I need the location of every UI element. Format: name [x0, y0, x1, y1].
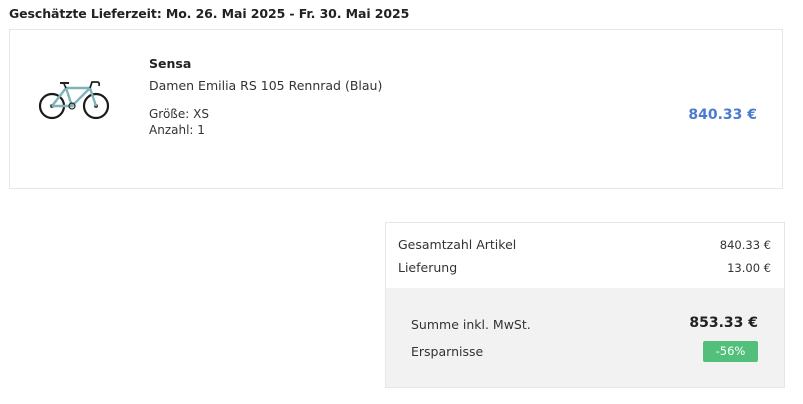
- grand-total-label: Summe inkl. MwSt.: [411, 317, 531, 332]
- delivery-estimate: Geschätzte Lieferzeit: Mo. 26. Mai 2025 …: [9, 6, 410, 21]
- product-card: Sensa Damen Emilia RS 105 Rennrad (Blau)…: [9, 29, 783, 189]
- total-panel: Summe inkl. MwSt. 853.33 € Ersparnisse -…: [386, 288, 784, 387]
- product-name[interactable]: Damen Emilia RS 105 Rennrad (Blau): [149, 78, 382, 93]
- product-brand: Sensa: [149, 56, 192, 71]
- product-price: 840.33 €: [688, 107, 757, 123]
- product-size: Größe: XS: [149, 107, 209, 121]
- items-total-label: Gesamtzahl Artikel: [398, 237, 517, 252]
- items-total-value: 840.33 €: [719, 238, 771, 252]
- savings-label: Ersparnisse: [411, 344, 484, 359]
- bicycle-icon[interactable]: [38, 74, 110, 120]
- savings-badge: -56%: [703, 341, 758, 362]
- grand-total-value: 853.33 €: [689, 315, 758, 331]
- delivery-cost-value: 13.00 €: [727, 261, 771, 275]
- delivery-cost-label: Lieferung: [398, 260, 458, 275]
- product-quantity: Anzahl: 1: [149, 123, 205, 137]
- order-summary: Gesamtzahl Artikel 840.33 € Lieferung 13…: [385, 222, 785, 388]
